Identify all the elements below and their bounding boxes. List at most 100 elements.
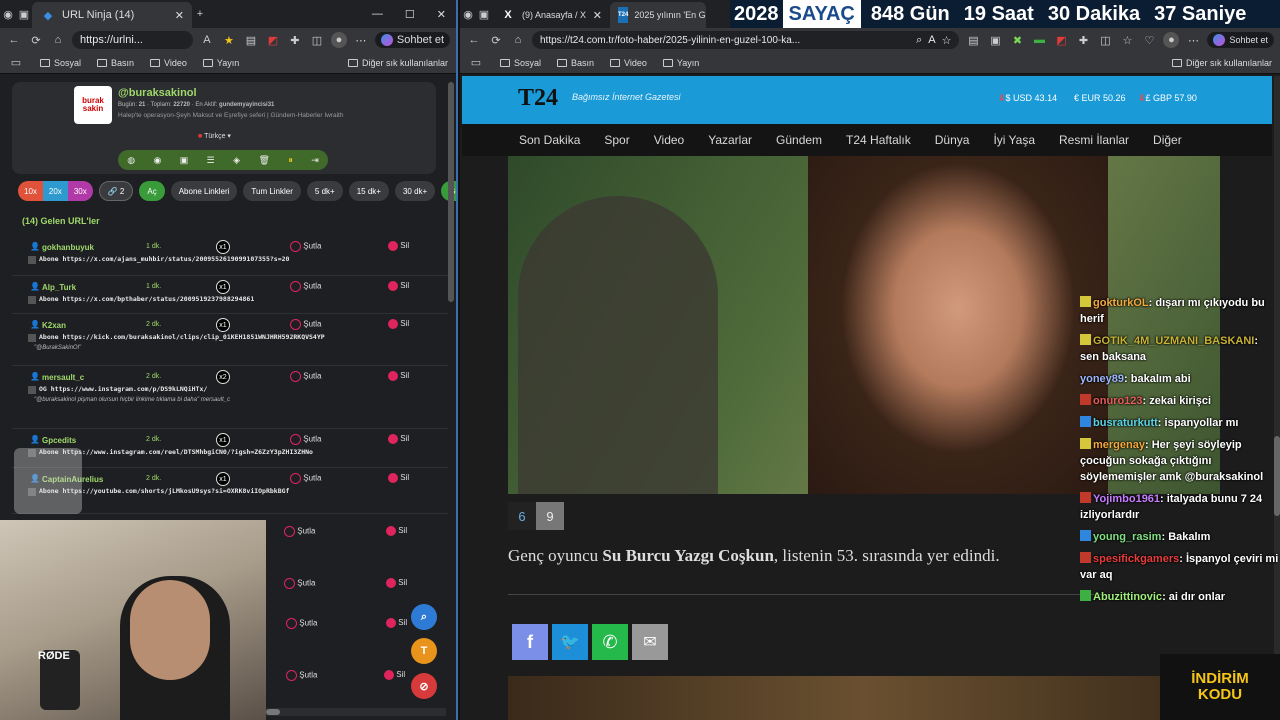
delete-button[interactable]: Sil — [386, 618, 407, 628]
nav-item[interactable]: Dünya — [935, 133, 970, 147]
kick-button[interactable]: Şutla — [284, 578, 315, 589]
nav-item[interactable]: Son Dakika — [519, 133, 580, 147]
row-link[interactable]: Abone https://kick.com/buraksakinol/clip… — [39, 333, 325, 341]
chat-username[interactable]: busraturkutt — [1093, 417, 1158, 429]
kick-button[interactable]: Şutla — [286, 670, 317, 681]
language-select[interactable]: ■ Türkçe ▾ — [198, 132, 231, 140]
delete-button[interactable]: Sil — [384, 670, 405, 680]
more-icon[interactable]: ⋯ — [353, 32, 369, 48]
kick-button[interactable]: Şutla — [290, 371, 321, 382]
extension-icon[interactable]: ▣ — [987, 32, 1003, 48]
chat-username[interactable]: young_rasim — [1093, 531, 1161, 543]
split-screen-icon[interactable]: ◫ — [309, 32, 325, 48]
workspaces-icon[interactable]: ▣ — [16, 6, 32, 22]
delete-button[interactable]: Sil — [388, 319, 409, 329]
bookmark-sosyal[interactable]: Sosyal — [40, 58, 81, 68]
extension-icon[interactable]: ▤ — [965, 32, 981, 48]
chat-username[interactable]: Yojimbo1961 — [1093, 493, 1160, 505]
next-article-photo[interactable] — [508, 676, 1220, 720]
scrollbar-thumb[interactable] — [266, 709, 280, 715]
reload-icon[interactable]: ⟳ — [28, 32, 44, 48]
delete-button[interactable]: Sil — [388, 371, 409, 381]
twitter-icon[interactable]: ◉ — [153, 155, 161, 166]
tab-actions-icon[interactable]: ▭ — [468, 55, 484, 71]
back-icon[interactable]: ← — [466, 32, 482, 48]
home-icon[interactable]: ⌂ — [50, 32, 66, 48]
kick-button[interactable]: Şutla — [290, 319, 321, 330]
bookmark-basin[interactable]: Basın — [557, 58, 594, 68]
avatar[interactable]: ● — [330, 32, 347, 48]
favorites-icon[interactable]: ☆ — [1119, 32, 1135, 48]
delete-button[interactable]: Sil — [386, 526, 407, 536]
pager-current[interactable]: 6 — [508, 502, 536, 530]
kick-button[interactable]: Şutla — [290, 434, 321, 445]
zoom-icon[interactable]: ⌕ — [916, 34, 922, 47]
row-user[interactable]: Gpcedits — [42, 436, 76, 445]
copilot-chat-button[interactable]: Sohbet et — [1207, 32, 1274, 48]
facebook-share-button[interactable]: f — [512, 624, 548, 660]
other-bookmarks[interactable]: Diğer sık kullanılanlar — [1171, 58, 1272, 68]
close-tab-icon[interactable]: ✕ — [593, 9, 602, 22]
extension-green-icon[interactable]: ✖ — [1009, 32, 1025, 48]
row-link[interactable]: Abone https://x.com/ajans_muhbir/status/… — [39, 255, 289, 263]
whatsapp-share-button[interactable]: ✆ — [592, 624, 628, 660]
nav-item[interactable]: Gündem — [776, 133, 822, 147]
nav-item[interactable]: Diğer — [1153, 133, 1182, 147]
nav-item[interactable]: Video — [654, 133, 684, 147]
bookmark-video[interactable]: Video — [150, 58, 187, 68]
pill-30min[interactable]: 30 dk+ — [394, 181, 436, 201]
translate-fab[interactable]: T — [411, 638, 437, 664]
delete-button[interactable]: Sil — [388, 241, 409, 251]
read-aloud-icon[interactable]: A — [928, 34, 935, 47]
pill-link-count[interactable]: 🔗 2 — [98, 181, 134, 201]
nav-item[interactable]: Spor — [604, 133, 629, 147]
chat-username[interactable]: Abuzittinovic — [1093, 591, 1162, 603]
bookmark-yayin[interactable]: Yayın — [662, 58, 699, 68]
row-user[interactable]: K2xan — [42, 321, 66, 330]
pill-15min[interactable]: 15 dk+ — [348, 181, 389, 201]
collections-icon[interactable]: ♡ — [1141, 32, 1157, 48]
bookmark-yayin[interactable]: Yayın — [202, 58, 239, 68]
chat-username[interactable]: mergenay — [1093, 439, 1145, 451]
tab-actions-icon[interactable]: ▭ — [8, 55, 24, 71]
profile-icon[interactable]: ◉ — [460, 6, 476, 22]
reload-icon[interactable]: ⟳ — [488, 32, 504, 48]
row-link[interactable]: OG https://www.instagram.com/p/DS9kLNQiH… — [39, 385, 207, 393]
filter-icon[interactable]: ◈ — [233, 155, 240, 166]
extension-badge-icon[interactable]: ▬ — [1031, 32, 1047, 48]
pause-icon[interactable]: ⏸ — [288, 155, 293, 166]
twitter-share-button[interactable]: 🐦 — [552, 624, 588, 660]
pill-open[interactable]: Aç — [139, 181, 165, 201]
kick-button[interactable]: Şutla — [290, 473, 321, 484]
chat-username[interactable]: spesifickgamers — [1093, 553, 1179, 565]
bookmark-video[interactable]: Video — [610, 58, 647, 68]
tab-url-ninja[interactable]: ◆ URL Ninja (14) ✕ — [32, 2, 192, 28]
pill-subscriber-links[interactable]: Abone Linkleri — [170, 181, 238, 201]
kick-button[interactable]: Şutla — [290, 241, 321, 252]
address-bar[interactable]: https://t24.com.tr/foto-haber/2025-yilin… — [532, 31, 960, 49]
row-user[interactable]: gokhanbuyuk — [42, 243, 94, 252]
copilot-chat-button[interactable]: Sohbet et — [374, 32, 450, 48]
workspaces-icon[interactable]: ▣ — [476, 6, 492, 22]
chat-username[interactable]: GOTIK_4M_UZMANI_BASKANI — [1093, 335, 1254, 347]
kick-button[interactable]: Şutla — [290, 281, 321, 292]
new-tab-icon[interactable]: + — [192, 6, 208, 22]
instagram-icon[interactable]: ▣ — [180, 155, 189, 166]
site-logo[interactable]: T24 — [518, 85, 558, 112]
close-window-icon[interactable]: ✕ — [437, 8, 446, 21]
kick-button[interactable]: Şutla — [284, 526, 315, 537]
nav-item[interactable]: T24 Haftalık — [846, 133, 911, 147]
home-icon[interactable]: ⌂ — [510, 32, 526, 48]
list-icon[interactable]: ☰ — [207, 155, 215, 166]
user-filter-fab[interactable]: ⊘ — [411, 673, 437, 699]
row-user[interactable]: Alp_Turk — [42, 283, 76, 292]
delete-button[interactable]: Sil — [388, 434, 409, 444]
extensions-puzzle-icon[interactable]: ✚ — [1075, 32, 1091, 48]
reset-icon[interactable]: ◍ — [127, 155, 135, 166]
maximize-icon[interactable]: ☐ — [405, 8, 415, 21]
pill-30x[interactable]: 30x — [67, 181, 93, 201]
chat-username[interactable]: yoney89 — [1080, 373, 1124, 385]
trash-icon[interactable]: 🗑 — [258, 155, 269, 166]
extension-icon[interactable]: ▤ — [243, 32, 259, 48]
pill-all-links[interactable]: Tum Linkler — [243, 181, 301, 201]
